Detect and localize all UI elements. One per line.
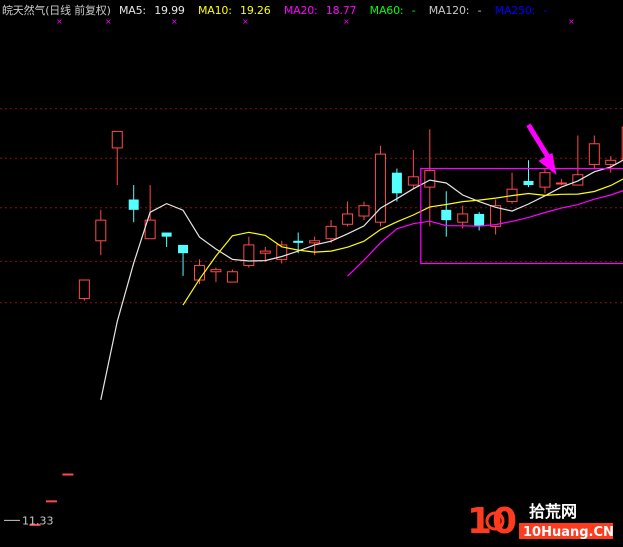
watermark-url: 10Huang.CN [523,525,614,540]
candle-body [391,172,402,194]
legend-ma5: MA5: 19.99 [118,4,185,17]
candle-body [605,159,617,165]
candle-body [441,209,452,221]
watermark-number: 10 [467,501,517,541]
candle-body [210,269,222,273]
candle-body [128,199,139,210]
legend-ma60: MA60: - [369,4,416,17]
watermark-logo: 10 拾荒网 10Huang.CN [467,501,614,541]
candle-body [309,240,321,244]
legend-ma10: MA10: 19.26 [198,4,271,17]
candle-body [490,205,502,227]
candle-body [161,232,172,237]
candle-body [325,225,337,240]
candle-body [407,176,419,186]
candle-body [243,244,255,267]
candle-body [457,213,469,223]
candle-body [226,271,238,283]
kline-chart: 22.4611.33×××××× [0,17,623,527]
candle-body [539,172,551,188]
candle-body [178,244,189,254]
candle-body [293,240,304,243]
pointer-arrow-icon [526,123,557,175]
candle-body [474,213,485,227]
candle-body [62,473,74,476]
candle-body [194,265,205,281]
grid-lines [0,108,623,304]
candle-body [358,205,370,217]
arrow-shaft [526,123,553,163]
chart-legend: 皖天然气(日线 前复权) MA5: 19.99 MA10: 19.26 MA20… [2,3,623,19]
chart-title: 皖天然气(日线 前复权) [2,4,111,17]
legend-ma120: MA120: - [428,4,482,17]
chart-container: 22.4611.33×××××× 皖天然气(日线 前复权) MA5: 19.99… [0,0,623,547]
candle-body [342,213,354,225]
watermark-cn: 拾荒网 [529,502,577,521]
candle-body [111,130,123,149]
candle-body [555,182,567,185]
candle-body [78,279,90,300]
annotation-layer: 22.4611.33×××××× [4,17,623,527]
legend-ma20: MA20: 18.77 [283,4,357,17]
arrow-head [538,152,557,175]
candle-body [572,174,584,186]
candles-layer [29,126,623,526]
legend-ma250: MA250: - [494,4,548,17]
candle-body [95,219,107,242]
candle-body [45,500,57,503]
candle-body [523,180,534,186]
candle-body [424,170,436,188]
candle-body [588,143,600,165]
candle-body [259,250,271,254]
low-price-label: 11.33 [22,514,54,527]
ma10-line [182,178,623,306]
